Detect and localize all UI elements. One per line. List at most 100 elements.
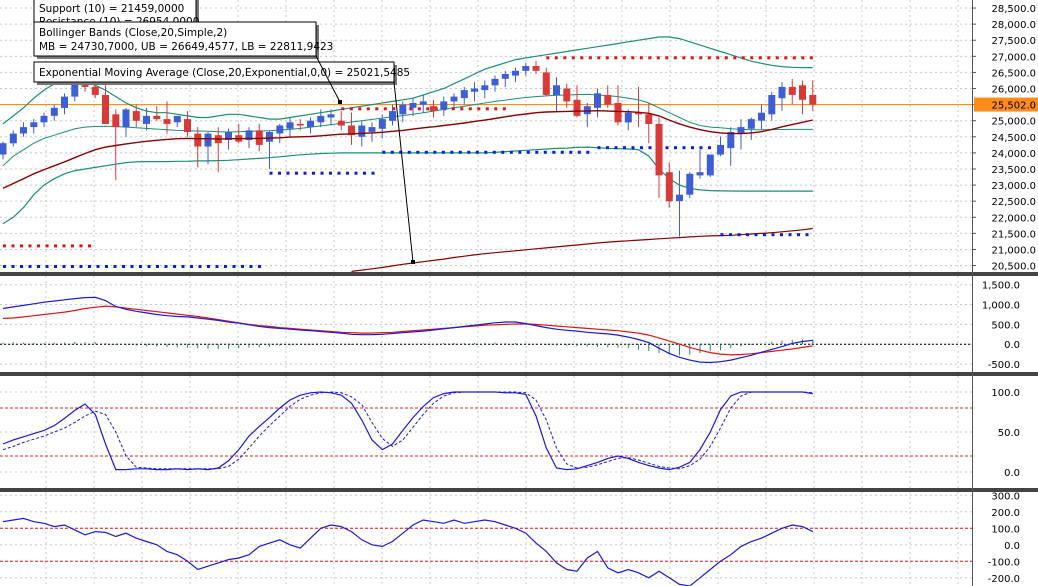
price-axis-tick-label: 24,500.0 bbox=[991, 133, 1036, 144]
bearish-candle[interactable] bbox=[563, 89, 570, 102]
bullish-candle[interactable] bbox=[553, 85, 560, 95]
bullish-candle[interactable] bbox=[143, 116, 150, 124]
support-dot bbox=[54, 265, 57, 268]
bearish-candle[interactable] bbox=[338, 121, 345, 126]
resistance-dot bbox=[597, 56, 600, 59]
price-axis-tick-label: 21,000.0 bbox=[991, 245, 1036, 256]
bullish-candle[interactable] bbox=[410, 103, 417, 108]
bollinger-tooltip-title: Bollinger Bands (Close,20,Simple,2) bbox=[39, 27, 227, 39]
stochastic-pane[interactable]: 100.050.00.0 bbox=[0, 388, 1020, 479]
bullish-candle[interactable] bbox=[738, 127, 745, 133]
bullish-candle[interactable] bbox=[768, 95, 775, 114]
bullish-candle[interactable] bbox=[307, 121, 314, 127]
bullish-candle[interactable] bbox=[748, 119, 755, 129]
support-dot bbox=[114, 265, 117, 268]
bullish-candle[interactable] bbox=[686, 174, 693, 195]
support-dot bbox=[131, 265, 134, 268]
bullish-candle[interactable] bbox=[584, 106, 591, 114]
support-dot bbox=[623, 146, 626, 149]
bullish-candle[interactable] bbox=[707, 155, 714, 176]
bullish-candle[interactable] bbox=[512, 71, 519, 76]
bearish-candle[interactable] bbox=[656, 124, 663, 175]
bullish-candle[interactable] bbox=[461, 90, 468, 98]
bullish-candle[interactable] bbox=[10, 134, 17, 144]
bullish-candle[interactable] bbox=[625, 113, 632, 123]
bullish-candle[interactable] bbox=[471, 89, 478, 92]
cci-pane[interactable]: 300.0200.0100.00.0-100.0-200.0 bbox=[0, 491, 1020, 586]
support-dot bbox=[442, 151, 445, 154]
bullish-candle[interactable] bbox=[492, 79, 499, 85]
resistance-dot bbox=[648, 56, 651, 59]
resistance-dot bbox=[614, 56, 617, 59]
bullish-candle[interactable] bbox=[727, 132, 734, 148]
bullish-candle[interactable] bbox=[287, 122, 294, 128]
bearish-candle[interactable] bbox=[645, 114, 652, 124]
chart-svg[interactable]: 20,500.021,000.021,500.022,000.022,500.0… bbox=[0, 0, 1038, 586]
bullish-candle[interactable] bbox=[205, 134, 212, 147]
bearish-candle[interactable] bbox=[297, 124, 304, 126]
support-dot bbox=[270, 172, 273, 175]
bearish-candle[interactable] bbox=[574, 100, 581, 116]
resistance-dot bbox=[546, 56, 549, 59]
bearish-candle[interactable] bbox=[164, 119, 171, 124]
bearish-candle[interactable] bbox=[92, 87, 99, 95]
bearish-candle[interactable] bbox=[809, 95, 816, 105]
bullish-candle[interactable] bbox=[30, 122, 37, 127]
support-dot bbox=[363, 172, 366, 175]
bullish-candle[interactable] bbox=[379, 119, 386, 129]
bullish-candle[interactable] bbox=[420, 101, 427, 104]
bullish-candle[interactable] bbox=[20, 127, 27, 133]
bullish-candle[interactable] bbox=[358, 126, 365, 137]
bullish-candle[interactable] bbox=[389, 111, 396, 121]
bullish-candle[interactable] bbox=[266, 132, 273, 142]
bearish-candle[interactable] bbox=[543, 72, 550, 95]
bullish-candle[interactable] bbox=[328, 114, 335, 117]
bearish-candle[interactable] bbox=[194, 134, 201, 147]
trading-chart[interactable]: 20,500.021,000.021,500.022,000.022,500.0… bbox=[0, 0, 1038, 586]
cci-axis-tick-label: 200.0 bbox=[991, 508, 1020, 519]
macd-axis-tick-label: -500.0 bbox=[988, 360, 1020, 371]
bullish-candle[interactable] bbox=[758, 113, 765, 121]
bearish-candle[interactable] bbox=[102, 95, 109, 124]
bullish-candle[interactable] bbox=[481, 85, 488, 90]
resistance-dot bbox=[631, 56, 634, 59]
price-axis-tick-label: 22,500.0 bbox=[991, 197, 1036, 208]
bullish-candle[interactable] bbox=[697, 172, 704, 175]
bullish-candle[interactable] bbox=[440, 101, 447, 109]
bullish-candle[interactable] bbox=[276, 126, 283, 134]
bullish-candle[interactable] bbox=[317, 116, 324, 122]
bullish-candle[interactable] bbox=[174, 116, 181, 122]
bullish-candle[interactable] bbox=[369, 127, 376, 132]
bullish-candle[interactable] bbox=[779, 87, 786, 98]
bullish-candle[interactable] bbox=[522, 66, 529, 71]
bullish-candle[interactable] bbox=[717, 145, 724, 155]
bearish-candle[interactable] bbox=[112, 114, 119, 127]
bearish-candle[interactable] bbox=[604, 95, 611, 105]
bullish-candle[interactable] bbox=[676, 195, 683, 201]
bearish-candle[interactable] bbox=[789, 87, 796, 95]
bearish-candle[interactable] bbox=[615, 103, 622, 122]
bullish-candle[interactable] bbox=[502, 74, 509, 79]
bullish-candle[interactable] bbox=[61, 97, 68, 108]
bearish-candle[interactable] bbox=[799, 85, 806, 100]
bearish-candle[interactable] bbox=[430, 106, 437, 111]
bullish-candle[interactable] bbox=[51, 108, 58, 116]
bullish-candle[interactable] bbox=[399, 105, 406, 115]
cci-axis-tick-label: -100.0 bbox=[988, 557, 1020, 568]
support-dot bbox=[97, 265, 100, 268]
macd-pane[interactable]: 1,500.01,000.0500.00.0-500.0 bbox=[0, 281, 1020, 371]
bullish-candle[interactable] bbox=[41, 116, 48, 122]
resistance-dot bbox=[375, 107, 378, 110]
bearish-candle[interactable] bbox=[153, 116, 160, 119]
bearish-candle[interactable] bbox=[666, 172, 673, 201]
bullish-candle[interactable] bbox=[0, 143, 7, 154]
stochastic-axis-tick-label: 100.0 bbox=[991, 388, 1020, 399]
bullish-candle[interactable] bbox=[451, 97, 458, 102]
bearish-candle[interactable] bbox=[133, 111, 140, 121]
bullish-candle[interactable] bbox=[123, 109, 130, 127]
bearish-candle[interactable] bbox=[184, 119, 191, 132]
pane-separator bbox=[0, 272, 1038, 276]
bullish-candle[interactable] bbox=[71, 84, 78, 97]
bearish-candle[interactable] bbox=[533, 66, 540, 71]
bullish-candle[interactable] bbox=[594, 93, 601, 108]
